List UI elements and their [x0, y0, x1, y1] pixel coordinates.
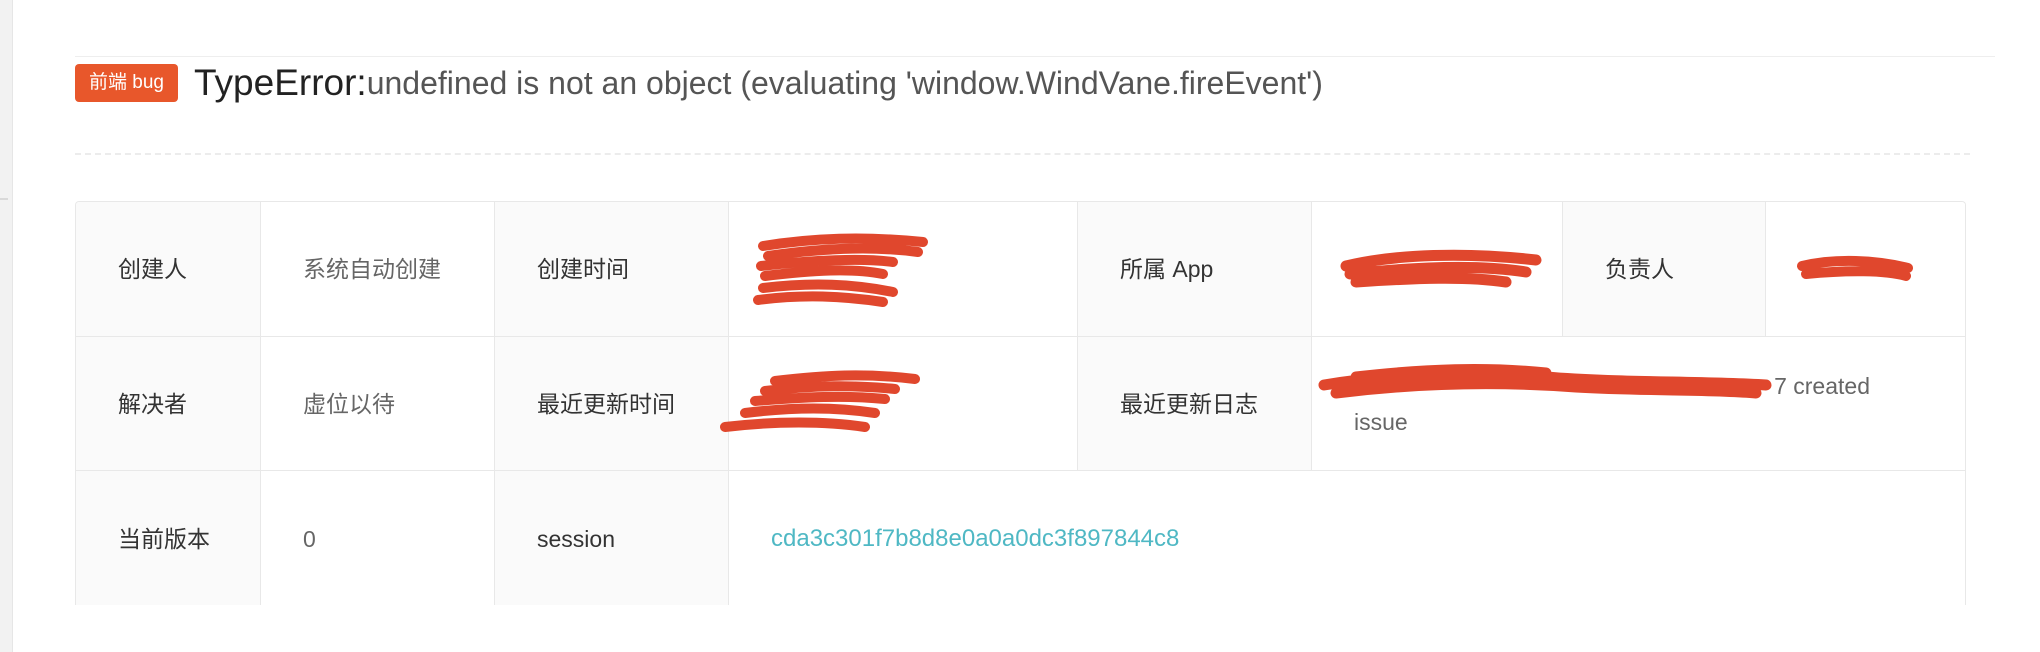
update-log-label: 最近更新日志 — [1120, 390, 1258, 417]
table-row-2: 解决者 虚位以待 最近更新时间 最近更新日志 7 created issue — [76, 337, 1965, 471]
category-tag: 前端 bug — [75, 64, 178, 102]
updated-time-value-cell — [720, 337, 1078, 470]
redaction-scribble — [1318, 364, 1772, 399]
left-rail — [0, 0, 13, 652]
creator-value: 系统自动创建 — [303, 256, 441, 282]
creator-value-cell: 系统自动创建 — [261, 202, 495, 336]
resolver-label: 解决者 — [118, 390, 187, 417]
updated-time-label: 最近更新时间 — [537, 390, 675, 417]
created-time-value-cell — [729, 202, 1078, 336]
issue-title-row: 前端 bug TypeError: undefined is not an ob… — [75, 60, 1323, 106]
version-value-cell: 0 — [261, 471, 495, 605]
created-time-label-cell: 创建时间 — [495, 202, 729, 336]
session-link[interactable]: cda3c301f7b8d8e0a0a0dc3f897844c8 — [771, 521, 1179, 557]
version-value: 0 — [303, 525, 316, 552]
owner-label: 负责人 — [1605, 256, 1674, 282]
resolver-value-cell: 虚位以待 — [261, 337, 495, 470]
table-row-1: 创建人 系统自动创建 创建时间 所属 App 负责人 — [76, 202, 1965, 337]
app-label-cell: 所属 App — [1078, 202, 1312, 336]
update-log-value-cell: 7 created issue — [1312, 337, 1965, 470]
app-label: 所属 App — [1120, 256, 1214, 282]
creator-label-cell: 创建人 — [76, 202, 261, 336]
error-type: TypeError: — [193, 62, 367, 103]
update-log-label-cell: 最近更新日志 — [1078, 337, 1312, 470]
top-divider — [75, 56, 1995, 57]
owner-value-cell — [1766, 202, 1965, 336]
session-value-cell: cda3c301f7b8d8e0a0a0dc3f897844c8 — [729, 471, 1965, 605]
session-label: session — [537, 525, 615, 552]
dashed-divider — [75, 153, 1970, 155]
session-label-cell: session — [495, 471, 729, 605]
owner-label-cell: 负责人 — [1563, 202, 1766, 336]
updated-time-label-cell: 最近更新时间 — [495, 337, 729, 470]
creator-label: 创建人 — [118, 256, 187, 282]
table-row-3: 当前版本 0 session cda3c301f7b8d8e0a0a0dc3f8… — [76, 471, 1965, 605]
redaction-scribble — [720, 370, 920, 432]
error-message: undefined is not an object (evaluating '… — [366, 64, 1323, 101]
created-time-label: 创建时间 — [537, 256, 629, 282]
redaction-scribble — [753, 233, 928, 307]
rail-notch — [0, 198, 8, 200]
version-label-cell: 当前版本 — [76, 471, 261, 605]
app-value-cell — [1312, 202, 1563, 336]
redaction-scribble — [1340, 249, 1542, 288]
resolver-label-cell: 解决者 — [76, 337, 261, 470]
redaction-scribble — [1797, 255, 1913, 281]
resolver-value: 虚位以待 — [303, 390, 395, 417]
issue-info-table: 创建人 系统自动创建 创建时间 所属 App 负责人 解决者 虚位以待 最近更新… — [75, 201, 1966, 605]
version-label: 当前版本 — [118, 525, 210, 552]
